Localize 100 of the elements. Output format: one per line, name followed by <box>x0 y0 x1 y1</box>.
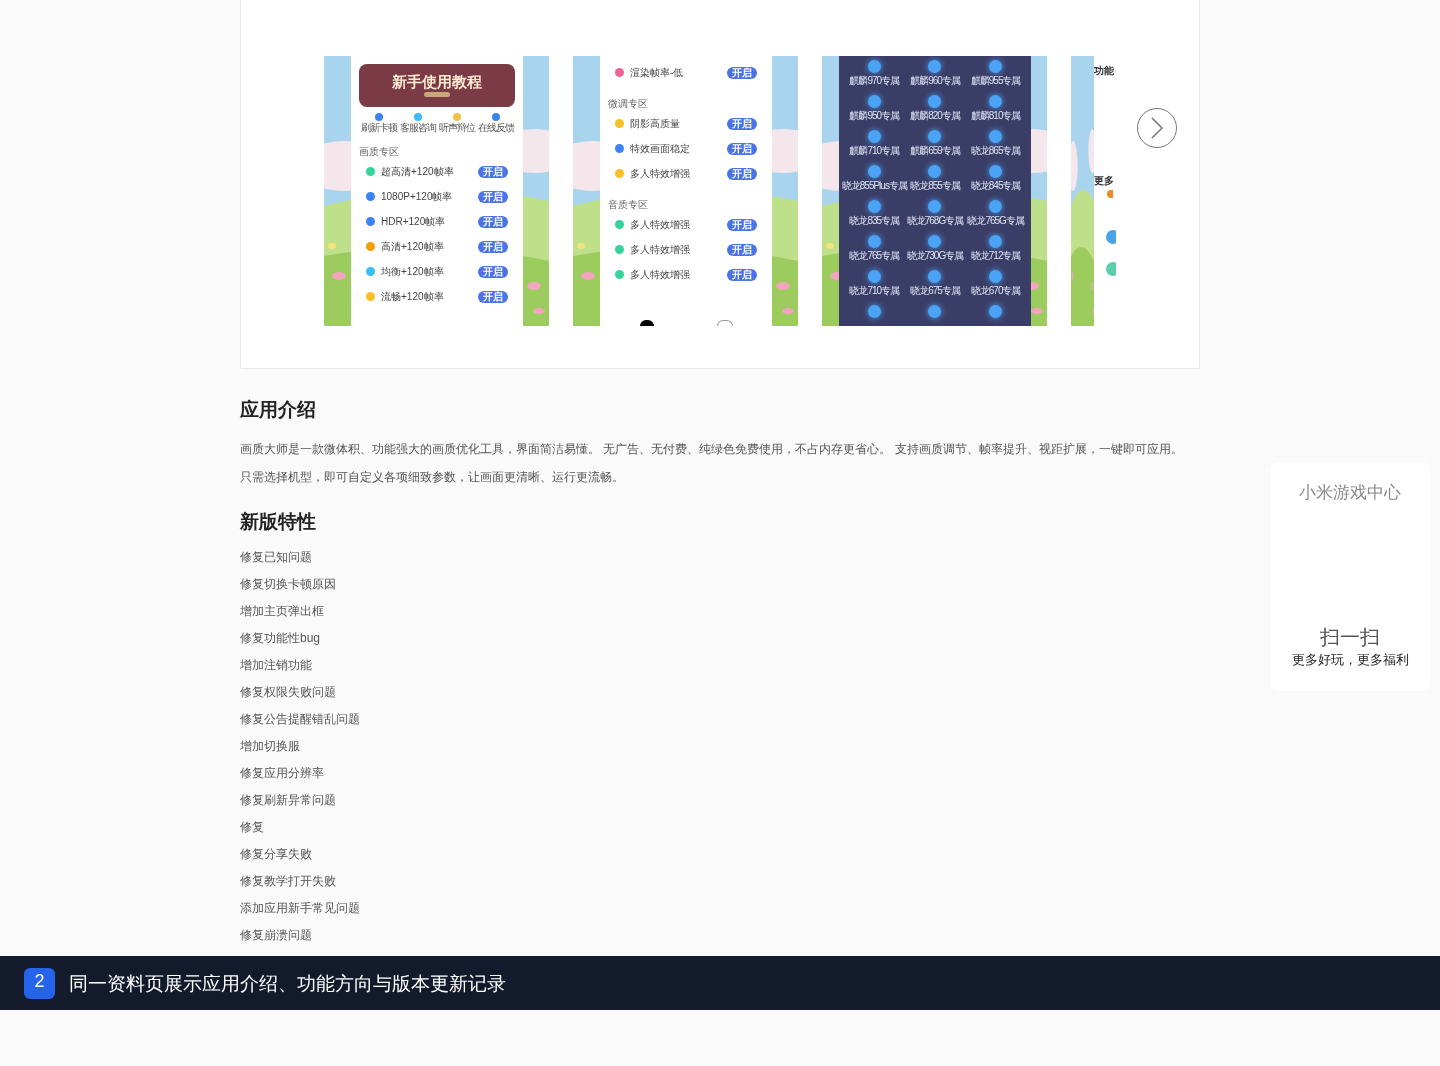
device-icon[interactable] <box>928 200 942 213</box>
changelog-item: 增加主页弹出框 <box>240 603 324 620</box>
toggle-button[interactable]: 开启 <box>727 66 757 79</box>
device-icon[interactable] <box>989 305 1003 318</box>
changelog-item: 修复已知问题 <box>240 549 312 566</box>
device-label[interactable]: 麒麟960专属 <box>910 76 960 86</box>
intro-paragraph: 画质大师是一款微体积、功能强大的画质优化工具，界面简洁易懂。 无广告、无付费、纯绿色免费使用，不占内存更省心。 支持画质调节、帧率提升、视距扩展，一键即可应用。只需选择机型，即可自定义各项细致参数，让画面更清晰、运行更流畅。 <box>240 441 1184 486</box>
section-label: 更多 <box>1094 176 1115 186</box>
setting-label: 流畅+120帧率 <box>381 291 445 302</box>
setting-label: 渲染帧率-低 <box>630 67 685 78</box>
device-icon[interactable] <box>928 60 942 73</box>
device-icon[interactable] <box>867 305 881 318</box>
device-label[interactable]: 晓龙855Plus专属 <box>841 181 907 191</box>
setting-label: 多人特效增强 <box>630 168 691 179</box>
device-icon[interactable] <box>928 305 942 318</box>
device-icon[interactable] <box>989 130 1003 143</box>
device-label[interactable]: 晓龙865专属 <box>970 146 1021 156</box>
device-label[interactable]: 晓龙712专属 <box>970 251 1021 261</box>
home-icon[interactable] <box>639 320 654 326</box>
toggle-button[interactable]: 开启 <box>478 190 508 203</box>
device-label[interactable]: 麒麟659专属 <box>910 146 960 156</box>
device-label[interactable]: 麒麟820专属 <box>910 111 960 121</box>
device-label[interactable]: 晓龙835专属 <box>849 216 900 226</box>
device-icon[interactable] <box>928 270 942 283</box>
device-icon[interactable] <box>989 95 1003 108</box>
toggle-button[interactable]: 开启 <box>727 243 757 256</box>
toggle-button[interactable]: 开启 <box>478 215 508 228</box>
shortcut-label[interactable]: 在线反馈 <box>477 123 514 133</box>
device-icon[interactable] <box>989 270 1003 283</box>
setting-label: HDR+120帧率 <box>381 216 447 227</box>
device-icon[interactable] <box>867 200 881 213</box>
device-label[interactable]: 晓龙730G专属 <box>906 251 964 261</box>
toggle-button[interactable]: 开启 <box>727 167 757 180</box>
device-label[interactable]: 晓龙855专属 <box>910 181 960 191</box>
device-icon[interactable] <box>867 130 881 143</box>
changelog-item: 修复教学打开失败 <box>240 873 336 890</box>
app-icon <box>1106 262 1116 276</box>
changelog-item: 修复分享失败 <box>240 846 312 863</box>
setting-label: 阴影高质量 <box>630 118 681 129</box>
device-label[interactable]: 晓龙768G专属 <box>906 216 964 226</box>
changelog-item: 修复 <box>240 819 264 836</box>
setting-label: 1080P+120帧率 <box>381 191 454 202</box>
changelog-item: 修复应用分辨率 <box>240 765 324 782</box>
toggle-button[interactable]: 开启 <box>727 117 757 130</box>
section-label: 音质专区 <box>608 200 648 210</box>
step-badge: 2 <box>24 967 55 999</box>
setting-label: 多人特效增强 <box>630 219 691 230</box>
banner-pill <box>424 92 450 97</box>
toggle-button[interactable]: 开启 <box>478 265 508 278</box>
panel-title: 小米游戏中心 <box>1299 484 1401 501</box>
setting-label: 均衡+120帧率 <box>381 266 445 277</box>
device-icon[interactable] <box>928 130 942 143</box>
section-heading: 应用介绍 <box>240 398 317 422</box>
toggle-button[interactable]: 开启 <box>727 218 757 231</box>
toggle-button[interactable]: 开启 <box>478 165 508 178</box>
device-icon[interactable] <box>867 95 881 108</box>
device-label[interactable]: 晓龙710专属 <box>849 286 900 296</box>
device-icon[interactable] <box>989 165 1003 178</box>
device-icon[interactable] <box>928 95 942 108</box>
chevron-right-icon <box>1150 116 1164 140</box>
device-icon[interactable] <box>867 165 881 178</box>
section-label: 功能 <box>1094 66 1115 76</box>
device-label[interactable]: 晓龙765G专属 <box>967 216 1024 226</box>
device-icon[interactable] <box>989 235 1003 248</box>
section-heading: 新版特性 <box>240 510 317 534</box>
device-icon[interactable] <box>867 235 881 248</box>
device-icon[interactable] <box>989 60 1003 73</box>
shortcut-label[interactable]: 客服咨询 <box>399 123 436 133</box>
device-label[interactable]: 晓龙845专属 <box>970 181 1021 191</box>
device-label[interactable]: 麒麟710专属 <box>849 146 900 156</box>
device-label[interactable]: 麒麟970专属 <box>849 76 900 86</box>
next-button[interactable] <box>1137 108 1177 148</box>
device-label[interactable]: 晓龙675专属 <box>910 286 960 296</box>
toggle-button[interactable]: 开启 <box>727 268 757 281</box>
device-label[interactable]: 麒麟955专属 <box>970 76 1021 86</box>
shortcut-label[interactable]: 听声辩位 <box>438 123 475 133</box>
device-label[interactable]: 麒麟950专属 <box>849 111 900 121</box>
device-label[interactable]: 晓龙670专属 <box>970 286 1021 296</box>
device-icon[interactable] <box>928 165 942 178</box>
toggle-button[interactable]: 开启 <box>478 290 508 303</box>
device-icon[interactable] <box>928 235 942 248</box>
setting-label: 特效画面稳定 <box>630 143 691 154</box>
device-label[interactable]: 麒麟810专属 <box>970 111 1021 121</box>
panel-tagline: 更多好玩，更多福利 <box>1291 653 1409 666</box>
device-label[interactable]: 晓龙765专属 <box>849 251 900 261</box>
section-label: 画质专区 <box>359 147 399 157</box>
setting-label: 超高清+120帧率 <box>381 166 455 177</box>
section-label: 微调专区 <box>608 99 648 109</box>
toggle-button[interactable]: 开启 <box>478 240 508 253</box>
device-icon[interactable] <box>989 200 1003 213</box>
shortcut-label[interactable]: 刷新卡顿 <box>360 123 397 133</box>
changelog-item: 添加应用新手常见问题 <box>240 900 360 917</box>
app-icon <box>1107 190 1113 198</box>
device-icon[interactable] <box>867 270 881 283</box>
toggle-button[interactable]: 开启 <box>727 142 757 155</box>
device-icon[interactable] <box>867 60 881 73</box>
app-icon <box>1106 230 1116 244</box>
setting-label: 多人特效增强 <box>630 269 691 280</box>
banner-title: 新手使用教程 <box>392 74 482 89</box>
setting-label: 高清+120帧率 <box>381 241 445 252</box>
